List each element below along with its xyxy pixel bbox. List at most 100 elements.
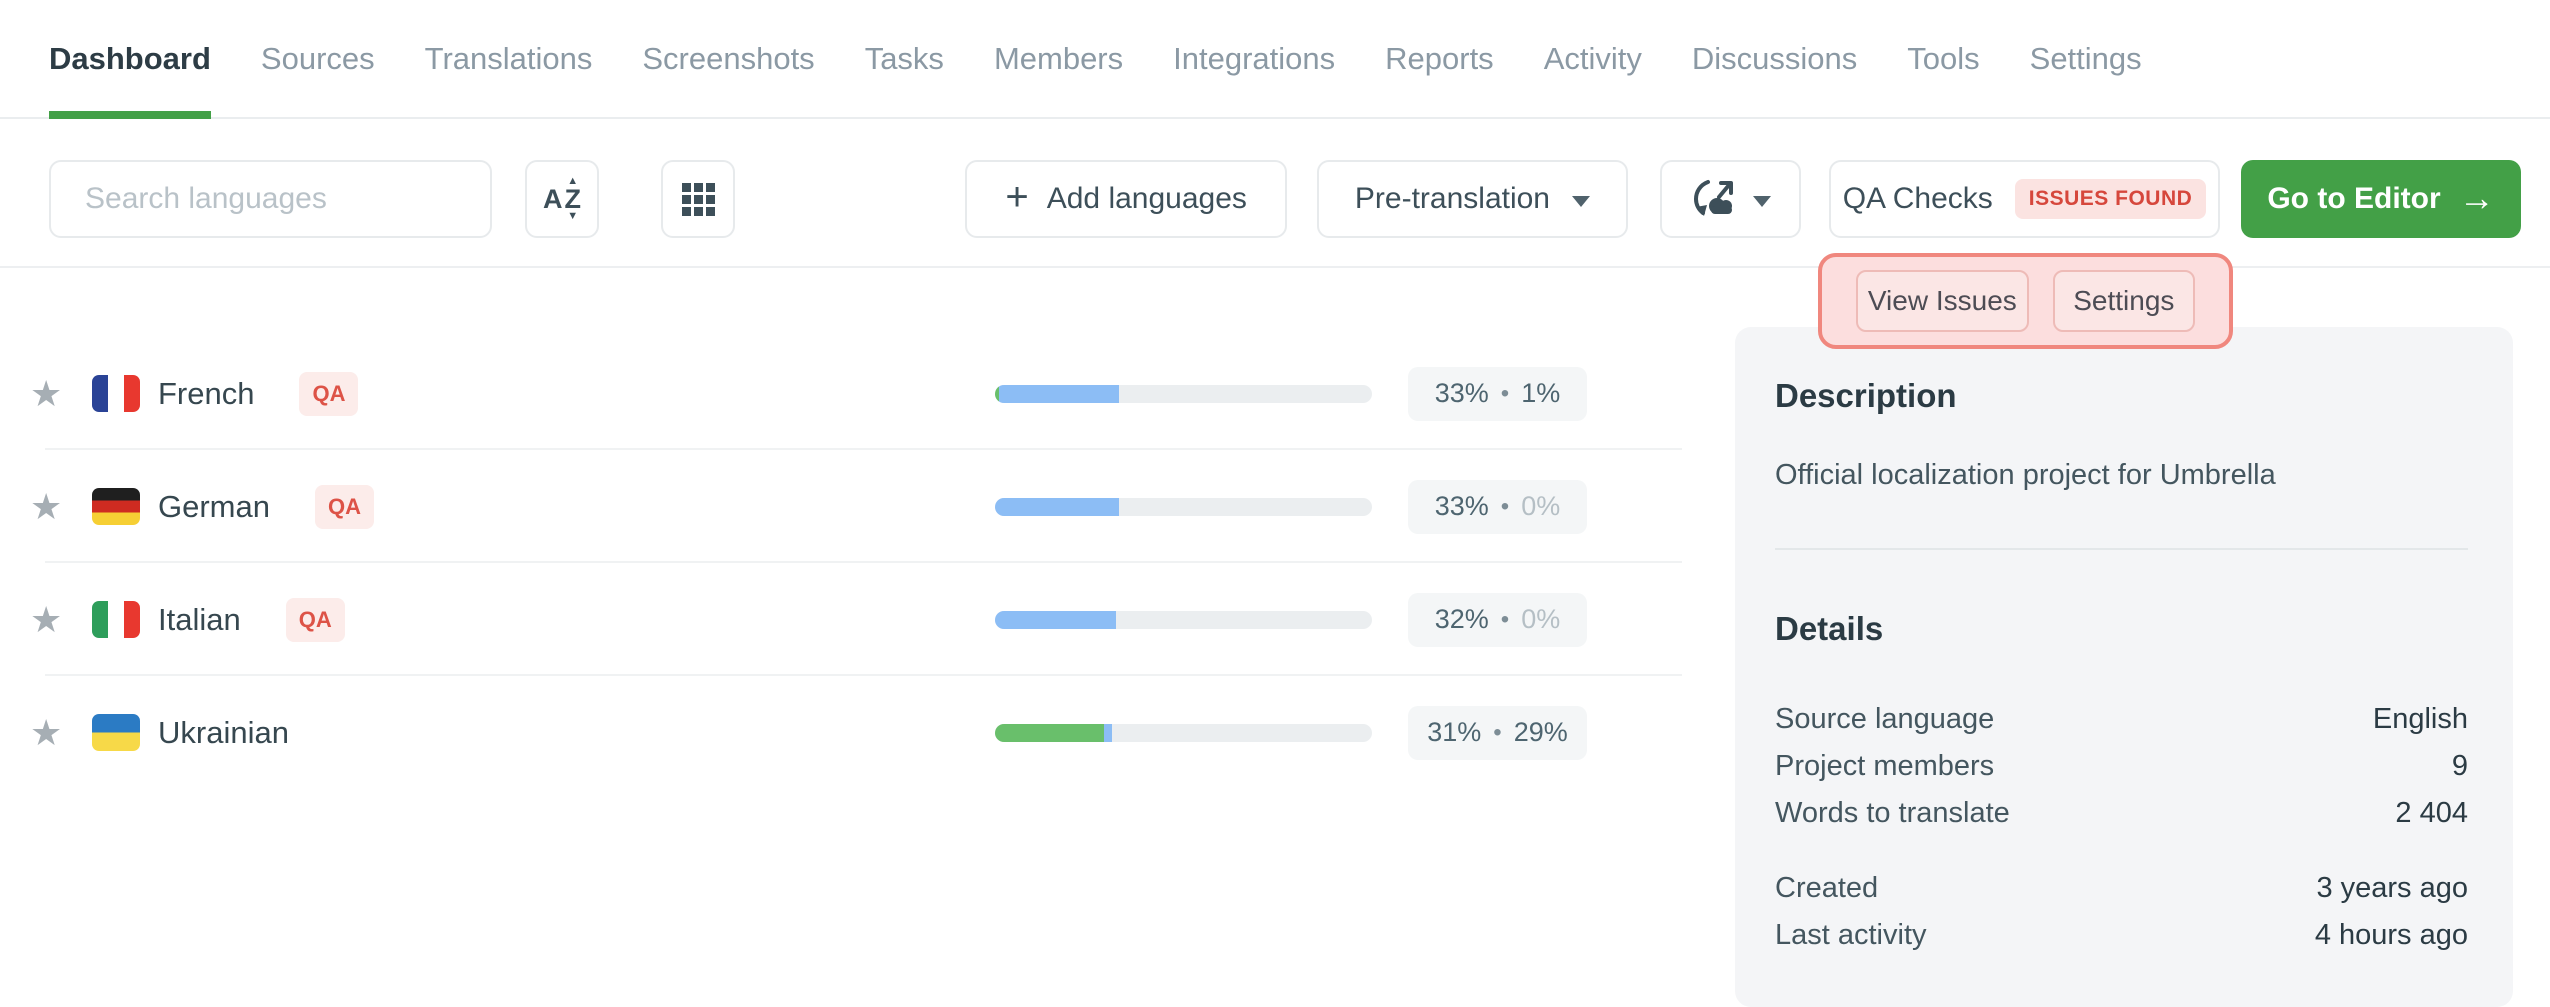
detail-label: Project members [1775,743,1994,790]
details-title: Details [1775,610,2468,648]
language-name: Italian [158,602,241,638]
qa-badge[interactable]: QA [315,485,374,529]
favorite-star-icon[interactable]: ★ [30,486,74,528]
translated-progress-segment [995,611,1116,629]
tab-integrations[interactable]: Integrations [1173,0,1335,117]
favorite-star-icon[interactable]: ★ [30,373,74,415]
approved-progress-segment [995,724,1104,742]
language-name: Ukrainian [158,715,289,751]
machine-translation-icon [1691,177,1737,221]
add-languages-label: Add languages [1047,182,1247,216]
translated-percent: 33% [1435,378,1489,409]
ukrainian-flag-icon [92,714,140,751]
go-to-editor-button[interactable]: Go to Editor → [2241,160,2521,238]
description-text: Official localization project for Umbrel… [1775,459,2468,492]
language-row-italian[interactable]: ★ Italian QA 32% • 0% [0,563,1682,676]
progress-label: 32% • 0% [1408,593,1587,647]
top-navigation: Dashboard Sources Translations Screensho… [0,0,2550,119]
qa-badge[interactable]: QA [299,372,358,416]
progress-bar [995,611,1372,629]
tab-dashboard[interactable]: Dashboard [49,0,211,117]
qa-badge[interactable]: QA [286,598,345,642]
tab-screenshots[interactable]: Screenshots [642,0,814,117]
tab-settings[interactable]: Settings [2030,0,2142,117]
french-flag-icon [92,375,140,412]
detail-value: 4 hours ago [2315,912,2468,959]
language-row-french[interactable]: ★ French QA 33% • 1% [0,337,1682,450]
tab-tasks[interactable]: Tasks [865,0,944,117]
language-row-ukrainian[interactable]: ★ Ukrainian 31% • 29% [0,676,1682,789]
detail-value: 2 404 [2395,790,2468,837]
approved-percent: 29% [1514,717,1568,748]
favorite-star-icon[interactable]: ★ [30,712,74,754]
separator-dot: • [1501,493,1509,521]
approved-percent: 1% [1521,378,1560,409]
qa-checks-label: QA Checks [1843,182,1993,216]
detail-label: Source language [1775,696,1994,743]
progress-label: 33% • 1% [1408,367,1587,421]
tab-translations[interactable]: Translations [425,0,593,117]
language-name: French [158,376,254,412]
detail-row-project-members: Project members 9 [1775,743,2468,790]
chevron-down-icon [1753,196,1771,207]
italian-flag-icon [92,601,140,638]
sort-alphabetically-button[interactable]: A ▲Z▼ [525,160,599,238]
separator-dot: • [1501,380,1509,408]
separator-dot: • [1493,719,1501,747]
tab-reports[interactable]: Reports [1385,0,1494,117]
detail-label: Last activity [1775,912,1927,959]
language-row-german[interactable]: ★ German QA 33% • 0% [0,450,1682,563]
description-title: Description [1775,377,2468,415]
arrow-right-icon: → [2459,177,2495,219]
issues-found-badge: ISSUES FOUND [2015,179,2207,219]
search-languages-field[interactable] [49,160,492,238]
go-to-editor-label: Go to Editor [2267,182,2440,216]
detail-row-source-language: Source language English [1775,696,2468,743]
progress-bar [995,385,1372,403]
translated-progress-segment [999,385,1120,403]
approved-percent: 0% [1521,491,1560,522]
machine-translation-dropdown[interactable] [1660,160,1801,238]
tab-discussions[interactable]: Discussions [1692,0,1857,117]
translated-percent: 32% [1435,604,1489,635]
qa-settings-button[interactable]: Settings [2053,270,2195,332]
tab-sources[interactable]: Sources [261,0,375,117]
detail-row-created: Created 3 years ago [1775,865,2468,912]
pre-translation-label: Pre-translation [1355,182,1550,216]
translated-progress-segment [1104,724,1112,742]
view-issues-button[interactable]: View Issues [1856,270,2029,332]
progress-label: 33% • 0% [1408,480,1587,534]
language-name: German [158,489,270,525]
grid-view-icon [682,183,715,216]
language-list: ★ French QA 33% • 1% ★ German QA 33% • 0… [0,268,1682,789]
detail-label: Words to translate [1775,790,2010,837]
tab-members[interactable]: Members [994,0,1123,117]
qa-checks-button[interactable]: QA Checks ISSUES FOUND [1829,160,2220,238]
translated-percent: 31% [1427,717,1481,748]
german-flag-icon [92,488,140,525]
approved-percent: 0% [1521,604,1560,635]
project-details-panel: Description Official localization projec… [1735,327,2513,1007]
progress-bar [995,724,1372,742]
separator-dot: • [1501,606,1509,634]
progress-bar [995,498,1372,516]
panel-divider [1775,548,2468,550]
detail-label: Created [1775,865,1878,912]
qa-checks-popover: View Issues Settings [1818,253,2233,349]
detail-row-last-activity: Last activity 4 hours ago [1775,912,2468,959]
favorite-star-icon[interactable]: ★ [30,599,74,641]
detail-value: English [2373,696,2468,743]
detail-value: 3 years ago [2316,865,2468,912]
grid-view-button[interactable] [661,160,735,238]
search-input[interactable] [51,182,490,216]
add-languages-button[interactable]: + Add languages [965,160,1287,238]
meta-rows: Created 3 years ago Last activity 4 hour… [1775,865,2468,959]
detail-row-words-to-translate: Words to translate 2 404 [1775,790,2468,837]
tab-tools[interactable]: Tools [1907,0,1979,117]
toolbar: A ▲Z▼ + Add languages Pre-translation QA… [0,160,2550,238]
tab-activity[interactable]: Activity [1544,0,1642,117]
translated-percent: 33% [1435,491,1489,522]
pre-translation-dropdown[interactable]: Pre-translation [1317,160,1628,238]
sort-alpha-icon: A ▲Z▼ [543,176,581,222]
plus-icon: + [1005,177,1028,217]
